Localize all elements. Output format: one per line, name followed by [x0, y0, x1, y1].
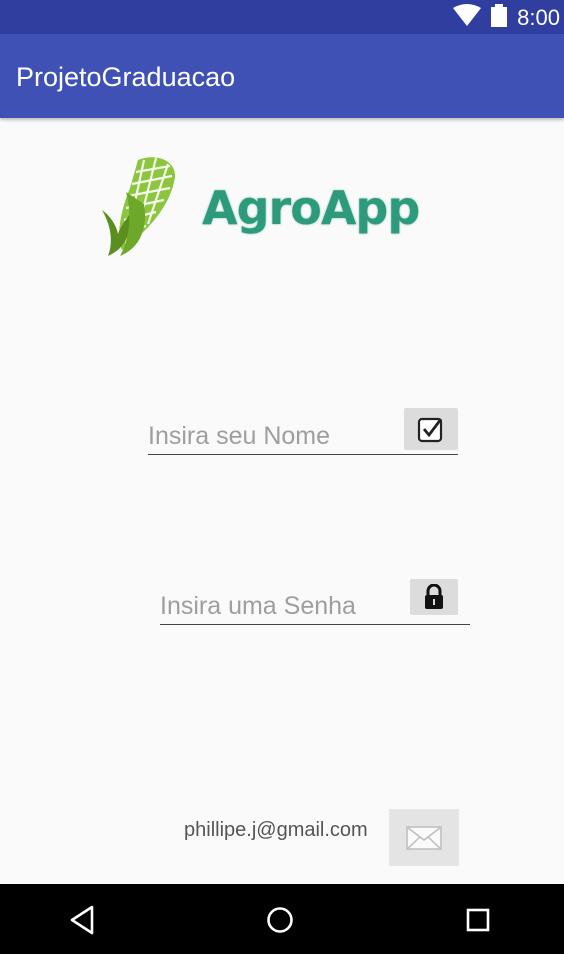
lock-button[interactable]	[410, 579, 458, 615]
lock-icon	[425, 584, 443, 609]
corn-icon	[102, 157, 176, 256]
logo-text: AgroApp	[202, 181, 420, 235]
send-email-button[interactable]	[389, 809, 459, 866]
contact-email: phillipe.j@gmail.com	[184, 819, 368, 841]
app-title: ProjetoGraduacao	[16, 62, 236, 92]
app-bar: ProjetoGraduacao	[0, 34, 564, 118]
password-input[interactable]	[160, 588, 400, 624]
home-icon[interactable]	[266, 906, 294, 934]
status-time: 8:00	[517, 5, 560, 30]
status-bar: 8:00	[0, 0, 564, 34]
checkbox-icon	[417, 417, 443, 443]
wifi-icon	[453, 4, 481, 26]
recent-apps-icon[interactable]	[466, 908, 490, 932]
checkbox-button[interactable]	[404, 408, 458, 450]
envelope-icon	[406, 825, 442, 850]
name-input[interactable]	[148, 418, 388, 454]
battery-icon	[491, 4, 507, 27]
back-icon[interactable]	[68, 904, 96, 936]
